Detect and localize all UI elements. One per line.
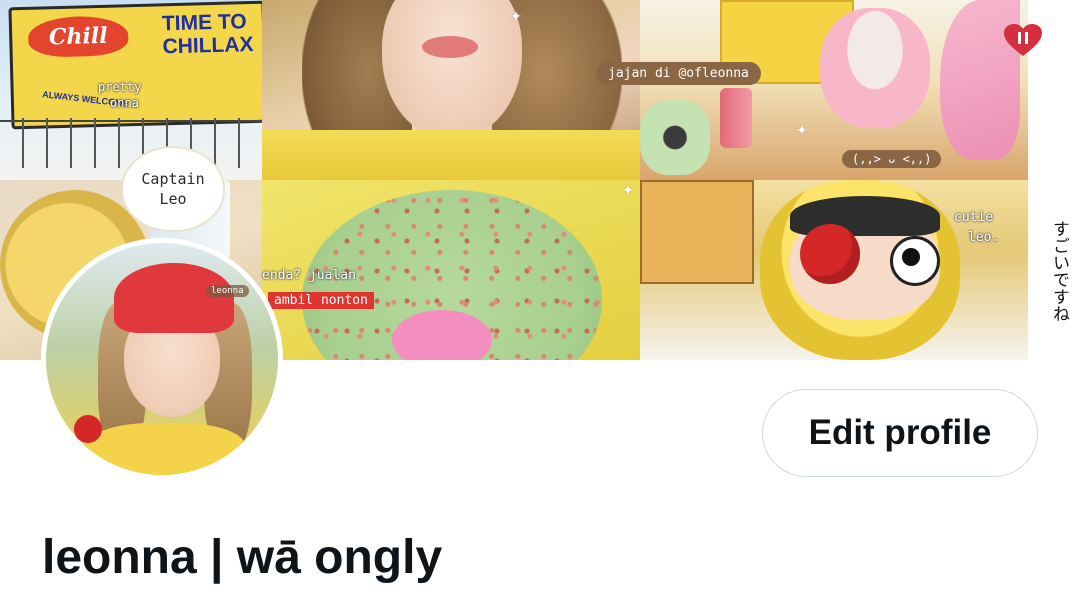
bunny-doll: [820, 8, 930, 128]
sticker-onna: onna: [110, 96, 139, 110]
sticker-cutie: cutie: [954, 210, 994, 225]
banner-tile-billboard: Chill TIME TO CHILLAX ALWAYS WELCOME pre…: [0, 0, 262, 180]
sticker-captain-leo: Captain Leo: [123, 148, 223, 230]
sticker-enda: enda? jualan: [262, 268, 356, 283]
edit-profile-button[interactable]: Edit profile: [762, 389, 1038, 477]
billboard-image: Chill TIME TO CHILLAX ALWAYS WELCOME: [8, 0, 262, 130]
sticker-captain-text: Captain: [141, 170, 205, 188]
billboard-logo: Chill: [27, 15, 129, 58]
sticker-nonton: ambil nonton: [268, 292, 374, 309]
sticker-japanese-text: すごいですね: [1049, 220, 1069, 322]
sticker-leo: leo.: [968, 230, 1000, 245]
sparkle-icon: ✦: [622, 182, 634, 198]
banner-tile-portrait: [262, 0, 640, 180]
sticker-pretty: pretty: [98, 80, 142, 94]
banner-tile-toy: [640, 180, 1028, 360]
avatar[interactable]: leonna: [41, 238, 283, 480]
sparkle-icon: ✦: [796, 122, 808, 138]
avatar-sticker-label: leonna: [206, 285, 249, 297]
avatar-red-cap: [114, 263, 234, 333]
railing-image: [0, 118, 262, 168]
sparkle-icon: ✦: [510, 8, 522, 24]
sticker-leo-text: Leo: [159, 190, 187, 208]
avatar-image: leonna: [46, 243, 278, 475]
sticker-jajan: jajan di @ofleonna: [596, 62, 761, 85]
banner-tile-doll: [640, 0, 1028, 180]
sticker-kaomoji: (,,> ᴗ <,,): [842, 150, 942, 168]
billboard-title: TIME TO CHILLAX: [161, 10, 254, 59]
profile-display-name: leonna | wā ongly: [42, 531, 443, 584]
heart-icon: [1004, 24, 1042, 56]
